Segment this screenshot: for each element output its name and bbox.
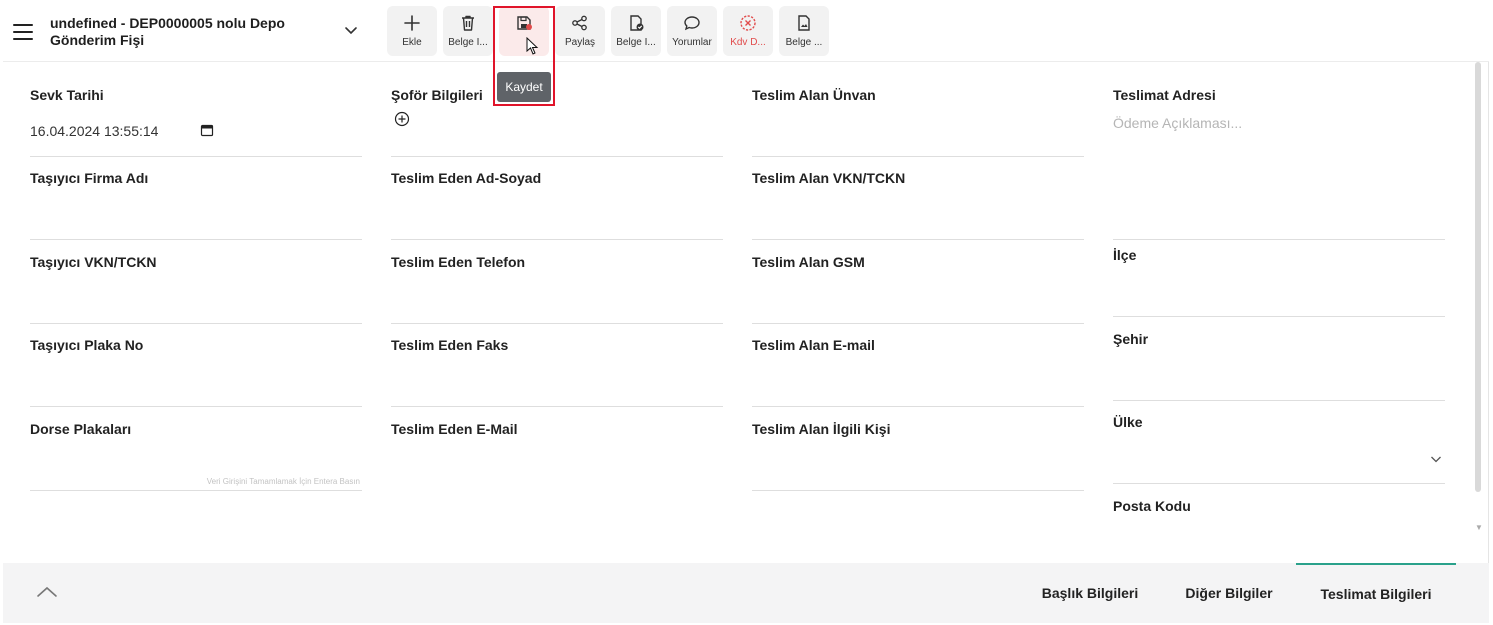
plus-icon (404, 15, 420, 31)
header: undefined - DEP0000005 nolu Depo Gönderi… (3, 0, 1489, 62)
sehir-field[interactable]: Şehir (1113, 331, 1445, 401)
menu-icon[interactable] (13, 24, 33, 40)
trash-icon (462, 15, 474, 31)
teslimat-adresi-field[interactable]: Teslimat Adresi Ödeme Açıklaması... (1113, 87, 1445, 240)
footer-bar: Başlık Bilgileri Diğer Bilgiler Teslimat… (3, 563, 1489, 623)
dorse-plakalari-field[interactable]: Dorse Plakaları Veri Girişini Tamamlamak… (30, 421, 362, 491)
teslim-eden-ad-field[interactable]: Teslim Eden Ad-Soyad (391, 170, 723, 240)
teslim-alan-ilgili-kisi-field[interactable]: Teslim Alan İlgili Kişi (752, 421, 1084, 491)
field-label: Şoför Bilgileri (391, 87, 483, 103)
document-approve-label: Belge İ... (616, 37, 656, 48)
add-button[interactable]: Ekle (387, 6, 437, 56)
teslim-alan-gsm-field[interactable]: Teslim Alan GSM (752, 254, 1084, 324)
add-circle-icon[interactable] (394, 111, 410, 127)
share-button[interactable]: Paylaş (555, 6, 605, 56)
ilce-field[interactable]: İlçe (1113, 247, 1445, 317)
teslim-alan-vkn-field[interactable]: Teslim Alan VKN/TCKN (752, 170, 1084, 240)
posta-kodu-field[interactable]: Posta Kodu (1113, 498, 1445, 558)
field-label: Sevk Tarihi (30, 87, 104, 103)
delete-document-button[interactable]: Belge İ... (443, 6, 493, 56)
field-label: Dorse Plakaları (30, 421, 132, 437)
field-label: Teslim Eden Telefon (391, 254, 526, 270)
sevk-tarihi-field[interactable]: Sevk Tarihi 16.04.2024 13:55:14 (30, 87, 362, 157)
chevron-down-icon[interactable] (1429, 452, 1443, 466)
sofor-bilgileri-field: Şoför Bilgileri (391, 87, 723, 157)
form-area: Sevk Tarihi 16.04.2024 13:55:14 Taşıyıcı… (3, 62, 1475, 562)
address-placeholder: Ödeme Açıklaması... (1113, 115, 1243, 131)
field-label: Taşıyıcı VKN/TCKN (30, 254, 157, 270)
delete-document-label: Belge İ... (448, 37, 488, 48)
share-icon (572, 15, 587, 31)
ulke-field[interactable]: Ülke (1113, 414, 1445, 484)
teslim-eden-telefon-field[interactable]: Teslim Eden Telefon (391, 254, 723, 324)
tasiyici-vkn-field[interactable]: Taşıyıcı VKN/TCKN (30, 254, 362, 324)
page-title: undefined - DEP0000005 nolu Depo Gönderi… (50, 15, 285, 48)
app-frame: undefined - DEP0000005 nolu Depo Gönderi… (3, 0, 1489, 623)
field-label: Teslim Alan E-mail (752, 337, 875, 353)
document-image-button[interactable]: Belge ... (779, 6, 829, 56)
field-label: Teslim Eden Faks (391, 337, 509, 353)
teslim-alan-unvan-field[interactable]: Teslim Alan Ünvan (752, 87, 1084, 157)
datetime-value[interactable]: 16.04.2024 13:55:14 (30, 123, 158, 139)
footer-tabs: Başlık Bilgileri Diğer Bilgiler Teslimat… (1018, 563, 1456, 623)
share-button-label: Paylaş (564, 37, 595, 48)
field-label: Taşıyıcı Plaka No (30, 337, 144, 353)
teslim-alan-email-field[interactable]: Teslim Alan E-mail (752, 337, 1084, 407)
document-approve-button[interactable]: Belge İ... (611, 6, 661, 56)
save-button[interactable] (499, 6, 549, 56)
teslim-eden-email-field[interactable]: Teslim Eden E-Mail (391, 421, 723, 491)
document-image-icon (798, 15, 810, 31)
field-label: Teslimat Adresi (1113, 87, 1216, 103)
add-button-label: Ekle (402, 37, 422, 48)
field-label: Teslim Alan VKN/TCKN (752, 170, 906, 186)
field-label: Teslim Alan GSM (752, 254, 865, 270)
field-label: Teslim Eden Ad-Soyad (391, 170, 542, 186)
field-label: Posta Kodu (1113, 498, 1191, 514)
calendar-icon[interactable] (200, 123, 214, 137)
kdv-button[interactable]: Kdv D... (723, 6, 773, 56)
field-label: İlçe (1113, 247, 1137, 263)
input-hint: Veri Girişini Tamamlamak İçin Entera Bas… (206, 477, 360, 486)
field-label: Ülke (1113, 414, 1143, 430)
field-label: Teslim Alan İlgili Kişi (752, 421, 891, 437)
field-label: Teslim Eden E-Mail (391, 421, 518, 437)
document-image-label: Belge ... (785, 37, 823, 48)
kdv-button-label: Kdv D... (730, 37, 766, 48)
comments-button[interactable]: Yorumlar (667, 6, 717, 56)
tasiyici-plaka-field[interactable]: Taşıyıcı Plaka No (30, 337, 362, 407)
chevron-up-icon[interactable] (35, 583, 59, 601)
field-label: Taşıyıcı Firma Adı (30, 170, 149, 186)
chevron-down-icon[interactable] (343, 22, 359, 38)
scroll-down-icon[interactable]: ▼ (1475, 523, 1483, 532)
mouse-cursor-icon (526, 37, 539, 55)
scrollbar[interactable] (1475, 62, 1481, 492)
comment-icon (684, 16, 700, 31)
tab-diger-bilgiler[interactable]: Diğer Bilgiler (1162, 563, 1296, 623)
tasiyici-firma-field[interactable]: Taşıyıcı Firma Adı (30, 170, 362, 240)
save-icon (517, 16, 532, 30)
toolbar: Ekle Belge İ... Paylaş Belge İ... Yoruml… (387, 6, 829, 56)
tab-teslimat-bilgileri[interactable]: Teslimat Bilgileri (1296, 563, 1456, 623)
field-label: Şehir (1113, 331, 1149, 347)
field-label: Teslim Alan Ünvan (752, 87, 876, 103)
comments-button-label: Yorumlar (672, 37, 712, 48)
teslim-eden-faks-field[interactable]: Teslim Eden Faks (391, 337, 723, 407)
tab-baslik-bilgileri[interactable]: Başlık Bilgileri (1018, 563, 1162, 623)
document-check-icon (630, 15, 644, 31)
cancel-circle-icon (740, 15, 756, 31)
